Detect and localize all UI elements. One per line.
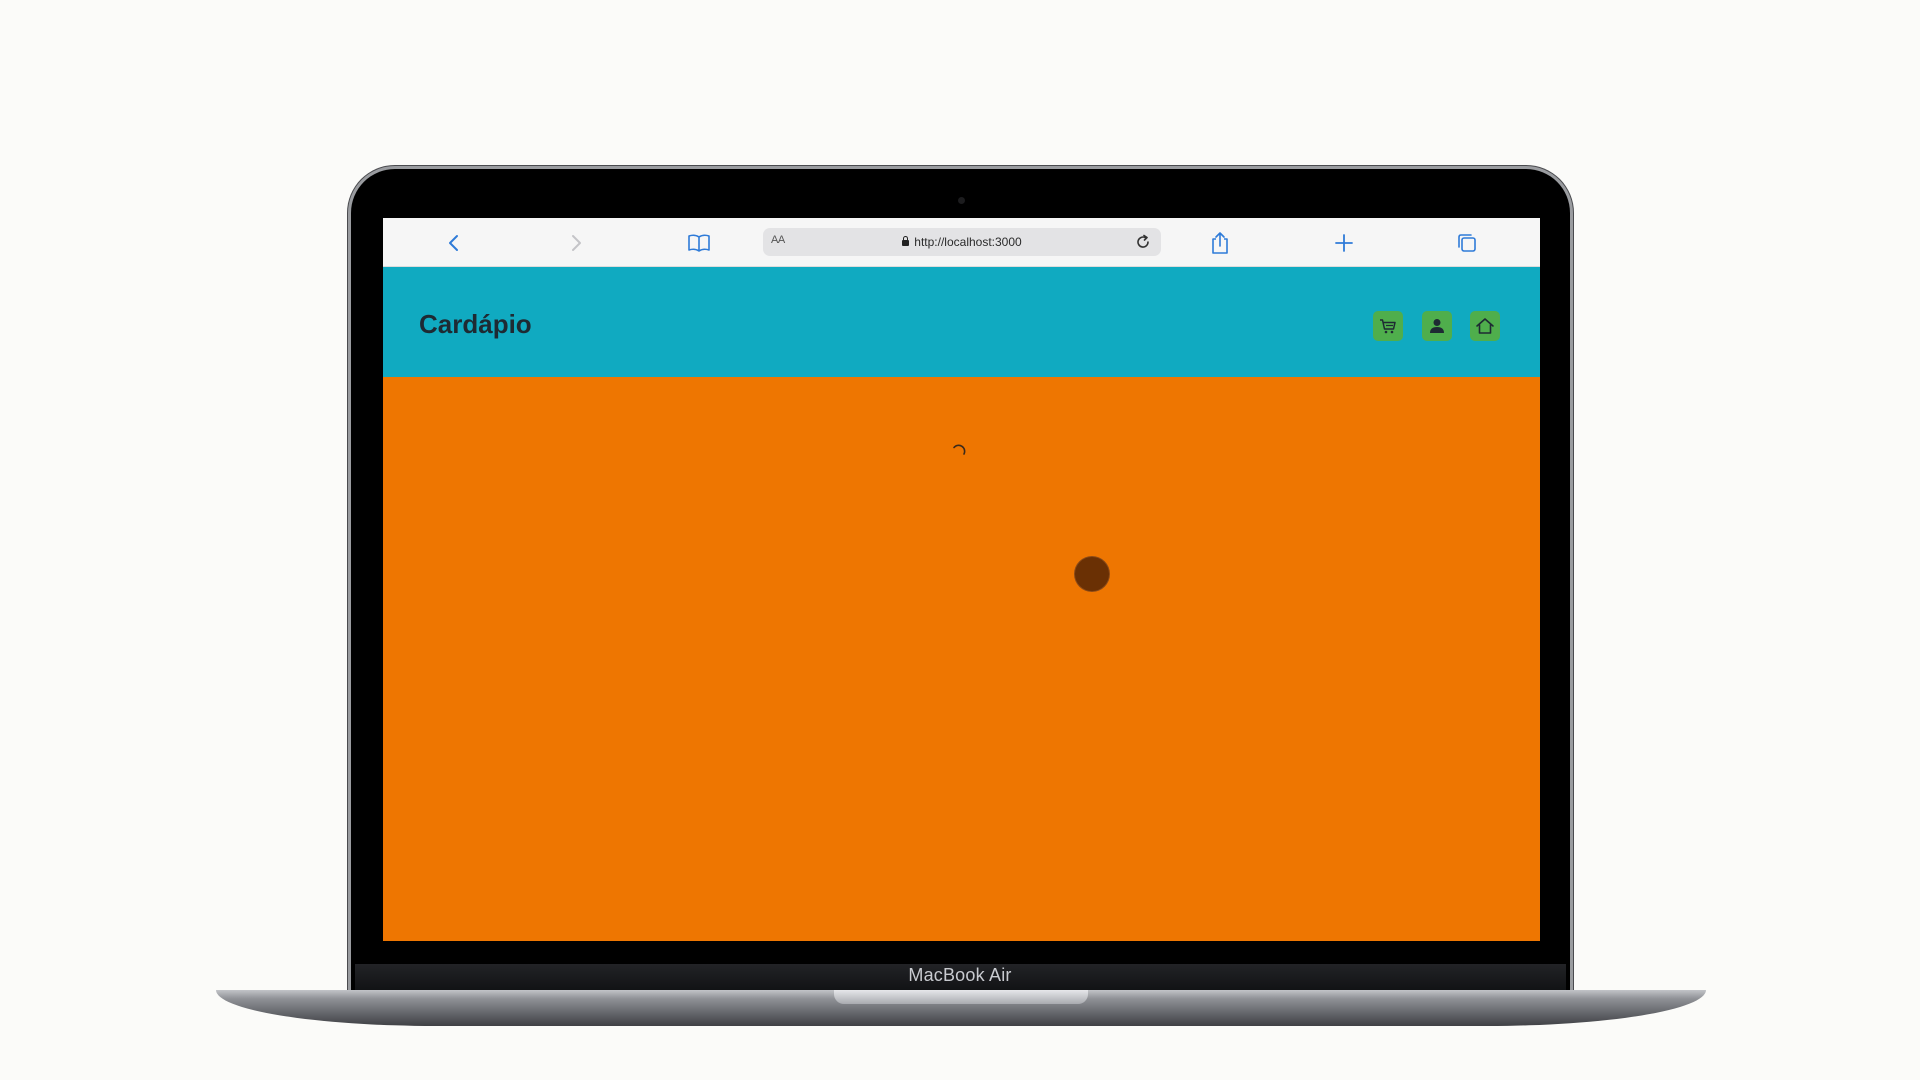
lock-icon — [902, 236, 910, 246]
new-tab-button[interactable] — [1331, 230, 1357, 256]
reload-icon[interactable] — [1134, 233, 1152, 251]
chevron-right-icon — [572, 235, 581, 251]
cart-icon — [1380, 319, 1396, 334]
share-icon — [1212, 232, 1228, 254]
laptop-notch — [834, 990, 1088, 1004]
home-button[interactable] — [1470, 311, 1500, 341]
address-bar[interactable]: AA http://localhost:3000 — [763, 228, 1161, 256]
screen: AA http://localhost:3000 Cardápio — [383, 218, 1540, 941]
chevron-left-icon — [449, 235, 458, 251]
user-icon — [1430, 319, 1444, 333]
page-title: Cardápio — [419, 309, 532, 339]
back-button[interactable] — [441, 230, 467, 256]
bookmarks-button[interactable] — [686, 230, 712, 256]
share-button[interactable] — [1207, 230, 1233, 256]
main-content — [383, 377, 1540, 941]
mouse-pointer — [1075, 557, 1109, 591]
device-label: MacBook Air — [908, 965, 1012, 985]
book-icon — [688, 234, 710, 252]
forward-button[interactable] — [563, 230, 589, 256]
profile-button[interactable] — [1422, 311, 1452, 341]
cart-button[interactable] — [1373, 311, 1403, 341]
loading-spinner-icon — [953, 444, 966, 455]
browser-toolbar: AA http://localhost:3000 — [383, 218, 1540, 267]
app-header: Cardápio — [383, 267, 1540, 377]
url-display: http://localhost:3000 — [763, 235, 1161, 249]
tabs-button[interactable] — [1454, 230, 1480, 256]
tabs-icon — [1458, 234, 1476, 252]
camera — [958, 197, 965, 204]
url-text: http://localhost:3000 — [914, 235, 1022, 249]
plus-icon — [1335, 234, 1353, 252]
home-icon — [1476, 318, 1494, 334]
